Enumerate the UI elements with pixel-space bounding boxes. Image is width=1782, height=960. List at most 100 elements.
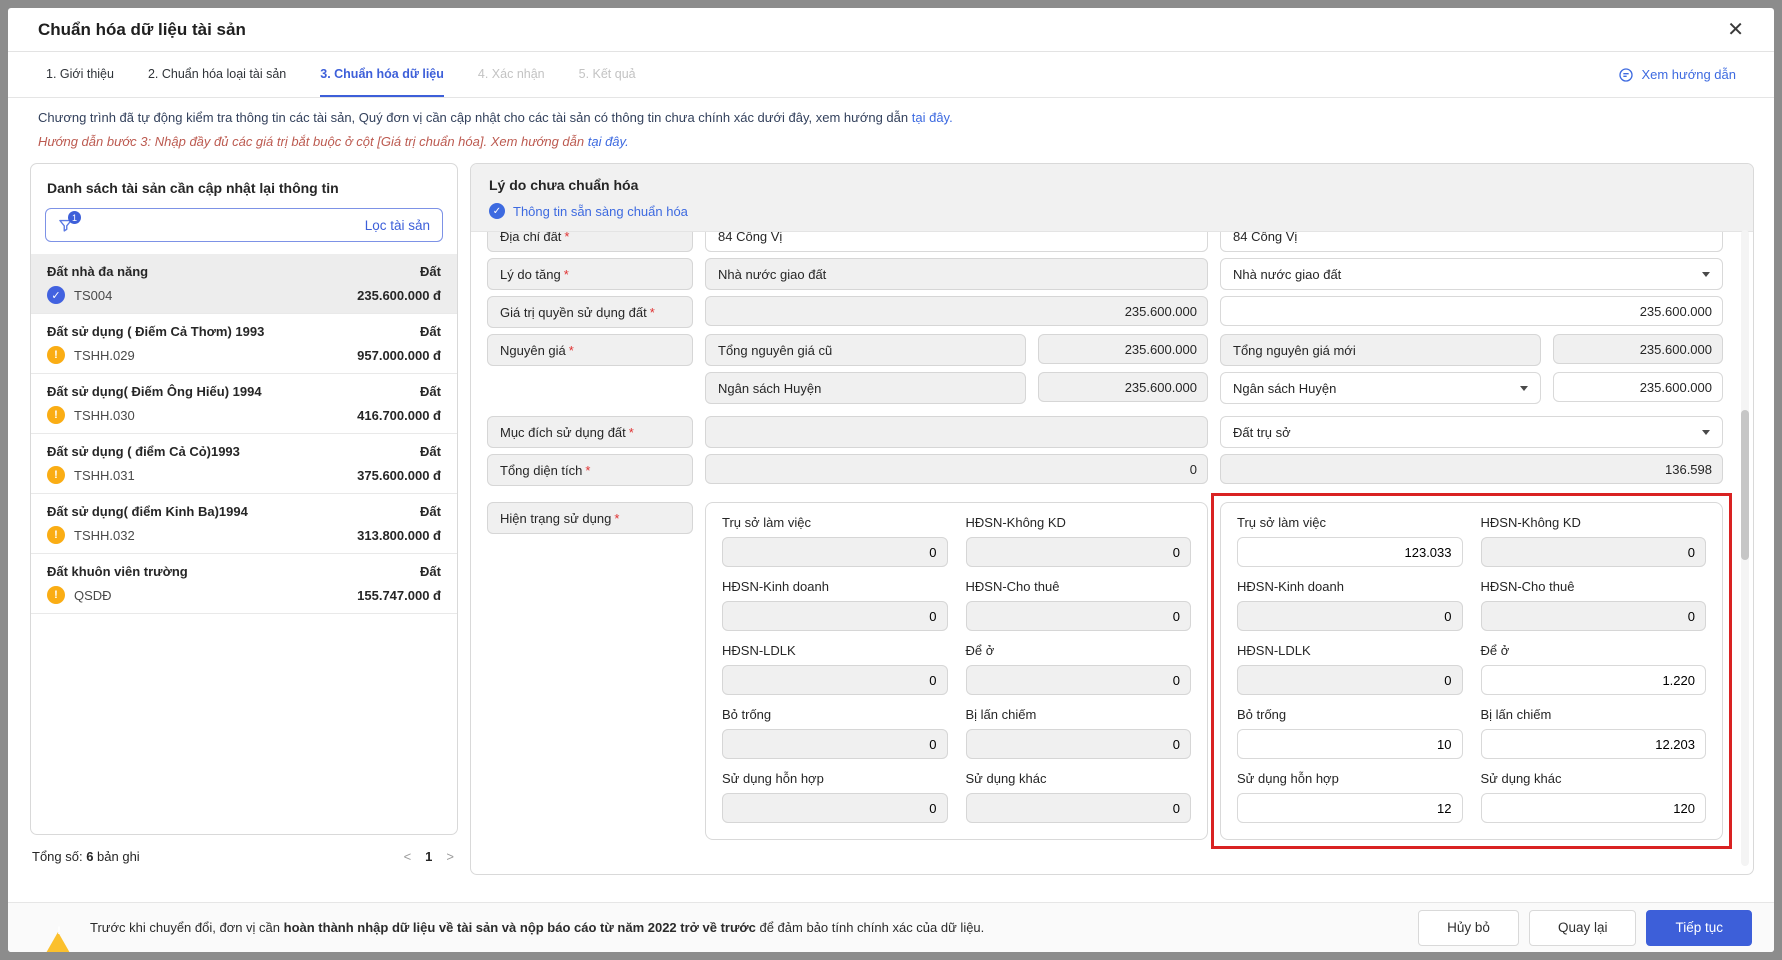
usage-field-label: HĐSN-Kinh doanh [1237,579,1463,594]
usage-field-label: Để ở [1481,643,1707,658]
filter-assets-button[interactable]: 1 Lọc tài sản [45,208,443,242]
original-price-label: Nguyên giá* [487,334,693,366]
usage-field-label: HĐSN-LDLK [722,643,948,658]
asset-list: Đất nhà đa năng Đất TS004 235.600.000 đ [31,254,457,834]
land-value-row: Giá trị quyền sử dụng đất* [487,296,1723,328]
asset-type: Đất [420,324,441,339]
usage-field-label: Bị lấn chiếm [1481,707,1707,722]
usage-old-input [966,665,1192,695]
step-confirm: 4. Xác nhận [478,52,545,97]
land-value-new-input[interactable] [1220,296,1723,326]
increase-reason-new-select[interactable]: Nhà nước giao đất [1220,258,1723,290]
standardize-data-modal: Chuẩn hóa dữ liệu tài sản ✕ 1. Giới thiệ… [8,8,1774,952]
back-button[interactable]: Quay lại [1529,910,1637,946]
usage-old-input [966,793,1192,823]
usage-new-input[interactable] [1481,665,1707,695]
step-intro[interactable]: 1. Giới thiệu [46,52,114,97]
here-link-1[interactable]: tại đây. [912,110,953,125]
scrollbar-thumb[interactable] [1741,410,1749,560]
modal-footer: ! Trước khi chuyển đổi, đơn vị cần hoàn … [8,902,1774,952]
ready-status-label: Thông tin sẵn sàng chuẩn hóa [513,204,688,219]
here-link-2[interactable]: tại đây. [588,134,629,149]
chat-bubble-icon [1618,67,1634,83]
asset-list-item[interactable]: Đất nhà đa năng Đất TS004 235.600.000 đ [31,254,457,314]
asset-list-item[interactable]: Đất sử dụng( điểm Kinh Ba)1994 Đất TSHH.… [31,494,457,554]
usage-old-cell: HĐSN-Không KD [966,515,1192,567]
usage-new-cell: HĐSN-LDLK [1237,643,1463,695]
asset-list-item[interactable]: Đất sử dụng( Điếm Ông Hiếu) 1994 Đất TSH… [31,374,457,434]
total-area-label: Tổng diện tích* [487,454,693,486]
new-total-price-label: Tổng nguyên giá mới [1220,334,1541,366]
warning-icon [47,466,65,484]
asset-amount: 375.600.000 đ [357,468,441,483]
usage-new-cell: HĐSN-Cho thuê [1481,579,1707,631]
usage-new-grid: Trụ sở làm việc HĐSN-Không KD [1220,502,1723,840]
usage-old-input [722,729,948,759]
asset-code: TSHH.029 [74,348,135,363]
increase-reason-label: Lý do tăng* [487,258,693,290]
asset-type: Đất [420,444,441,459]
old-budget-input [1038,372,1208,402]
total-area-new-input [1220,454,1723,484]
asset-list-item[interactable]: Đất sử dụng ( điểm Cả Cỏ)1993 Đất TSHH.0… [31,434,457,494]
usage-field-label: Sử dụng khác [966,771,1192,786]
land-value-old-input [705,296,1208,326]
usage-new-input[interactable] [1237,729,1463,759]
usage-old-input [722,665,948,695]
next-page-button[interactable]: > [446,849,454,864]
funnel-icon: 1 [58,215,78,235]
instructions-block: Chương trình đã tự động kiểm tra thông t… [8,98,1774,159]
usage-old-cell: HĐSN-LDLK [722,643,948,695]
asset-list-item[interactable]: Đất khuôn viên trường Đất QSDĐ 155.747.0… [31,554,457,614]
asset-code: TS004 [74,288,112,303]
usage-old-cell: Sử dụng hỗn hợp [722,771,948,823]
usage-new-input[interactable] [1481,793,1707,823]
usage-old-grid: Trụ sở làm việc HĐSN-Không KD HĐSN-Kinh … [705,502,1208,840]
chevron-down-icon [1702,272,1710,277]
main-area: Danh sách tài sản cần cập nhật lại thông… [8,159,1774,892]
cancel-button[interactable]: Hủy bỏ [1418,910,1519,946]
instruction-line-2: Hướng dẫn bước 3: Nhập đầy đủ các giá tr… [38,134,1744,149]
view-guide-label: Xem hướng dẫn [1641,67,1736,82]
step-data[interactable]: 3. Chuẩn hóa dữ liệu [320,52,444,97]
usage-field-label: Trụ sở làm việc [1237,515,1463,530]
warning-icon [47,526,65,544]
usage-old-cell: Trụ sở làm việc [722,515,948,567]
chevron-down-icon [1702,430,1710,435]
usage-new-input[interactable] [1237,793,1463,823]
usage-field-label: HĐSN-Cho thuê [1481,579,1707,594]
close-icon[interactable]: ✕ [1727,20,1744,40]
prev-page-button[interactable]: < [404,849,412,864]
current-page[interactable]: 1 [425,849,432,864]
asset-list-item[interactable]: Đất sử dụng ( Điếm Cả Thơm) 1993 Đất TSH… [31,314,457,374]
new-budget-input[interactable] [1553,372,1723,402]
usage-field-label: Sử dụng khác [1481,771,1707,786]
land-purpose-new-select[interactable]: Đất trụ sở [1220,416,1723,448]
modal-titlebar: Chuẩn hóa dữ liệu tài sản ✕ [8,8,1774,52]
new-budget-select[interactable]: Ngân sách Huyện [1220,372,1541,404]
usage-new-cell: Bị lấn chiếm [1481,707,1707,759]
usage-old-cell: Để ở [966,643,1192,695]
total-records: Tổng số: 6 bản ghi [32,849,140,864]
step-asset-type[interactable]: 2. Chuẩn hóa loại tài sản [148,52,286,97]
address-old-input[interactable] [705,232,1208,252]
old-total-price-input [1038,334,1208,364]
usage-new-input[interactable] [1237,537,1463,567]
increase-reason-row: Lý do tăng* Nhà nước giao đất [487,258,1723,290]
usage-new-cell: Sử dụng khác [1481,771,1707,823]
view-guide-link[interactable]: Xem hướng dẫn [1618,52,1736,97]
address-new-input[interactable] [1220,232,1723,252]
old-budget-label: Ngân sách Huyện [705,372,1026,404]
land-purpose-label: Mục đích sử dụng đất* [487,416,693,448]
usage-new-input[interactable] [1481,729,1707,759]
asset-type: Đất [420,564,441,579]
filter-count-badge: 1 [68,211,81,224]
asset-code: TSHH.030 [74,408,135,423]
usage-old-input [966,729,1192,759]
asset-list-title: Danh sách tài sản cần cập nhật lại thông… [31,164,457,208]
total-area-row: Tổng diện tích* [487,454,1723,486]
usage-field-label: Bỏ trống [722,707,948,722]
usage-field-label: Trụ sở làm việc [722,515,948,530]
continue-button[interactable]: Tiếp tục [1646,910,1752,946]
asset-name: Đất sử dụng ( điểm Cả Cỏ)1993 [47,444,240,459]
